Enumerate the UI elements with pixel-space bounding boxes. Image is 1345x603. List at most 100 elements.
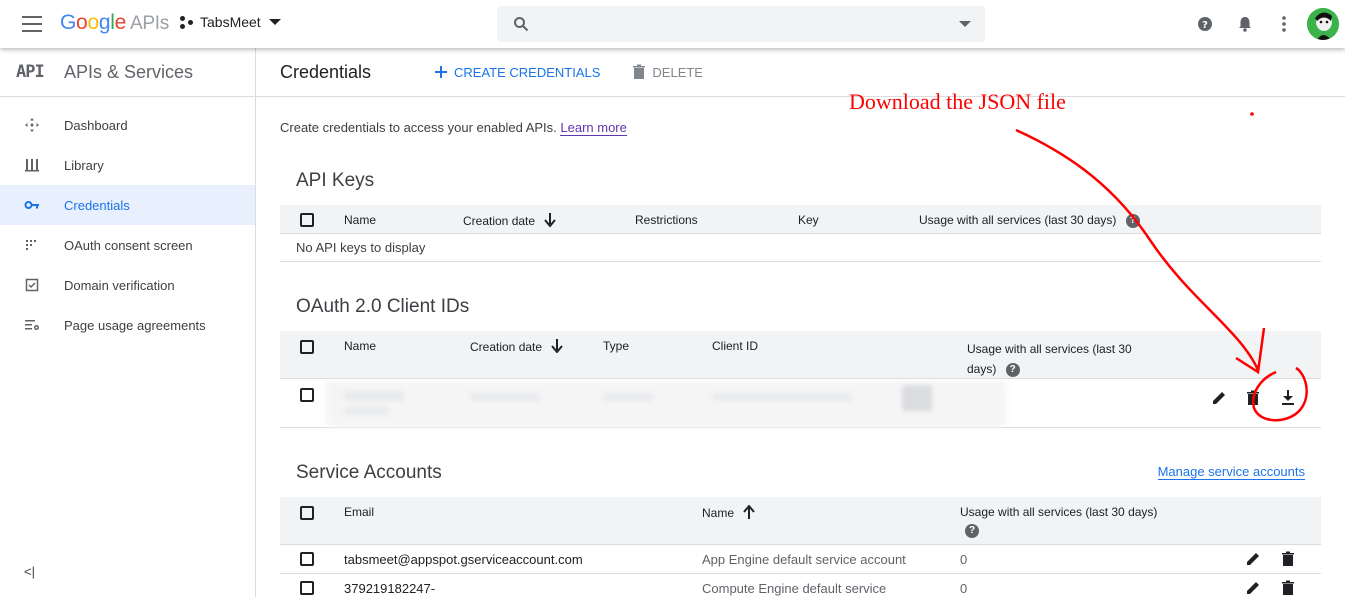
download-icon[interactable]	[1279, 389, 1297, 407]
sidebar: API APIs & Services Dashboard Library Cr…	[0, 48, 256, 597]
consent-icon	[24, 237, 40, 253]
help-icon[interactable]: ?	[1125, 213, 1140, 228]
google-apis-logo[interactable]: Google APIs	[60, 11, 169, 35]
select-all-checkbox[interactable]	[300, 506, 314, 520]
search-dropdown-icon[interactable]	[959, 21, 971, 27]
column-header-client-id: Client ID	[712, 339, 759, 353]
project-icon	[180, 15, 194, 29]
service-accounts-title: Service Accounts	[296, 462, 442, 483]
sidebar-nav: Dashboard Library Credentials OAuth cons…	[0, 97, 255, 345]
empty-row: No API keys to display	[280, 234, 1321, 262]
column-header-usage: Usage with all services (last 30 days) ?	[967, 342, 1132, 377]
collapse-sidebar-icon[interactable]: <|	[24, 564, 35, 579]
column-header-key: Key	[798, 213, 819, 227]
account-avatar[interactable]	[1307, 8, 1339, 40]
column-header-usage: Usage with all services (last 30 days) ?	[919, 213, 1140, 228]
redacted-copy	[902, 385, 932, 411]
more-vert-icon[interactable]	[1274, 14, 1294, 34]
trash-icon[interactable]	[1279, 579, 1297, 597]
service-account-name: App Engine default service account	[702, 552, 906, 567]
empty-message: No API keys to display	[296, 240, 426, 255]
sidebar-item-label: Library	[64, 157, 104, 173]
table-header: Name Creation date Type Client ID Usage …	[280, 331, 1321, 379]
service-account-email[interactable]: tabsmeet@appspot.gserviceaccount.com	[344, 552, 583, 567]
row-checkbox[interactable]	[300, 388, 314, 402]
arrow-down-icon	[544, 213, 557, 228]
redacted-name	[344, 407, 389, 415]
delete-button[interactable]: DELETE	[632, 64, 703, 80]
column-header-usage: Usage with all services (last 30 days)	[960, 505, 1158, 519]
service-account-usage: 0	[960, 552, 968, 567]
column-header-restrictions: Restrictions	[635, 213, 698, 227]
checkbox-icon	[24, 277, 40, 293]
trash-icon	[633, 64, 646, 79]
arrow-down-icon	[551, 339, 564, 354]
column-header-type: Type	[603, 339, 630, 353]
service-accounts-table: Email Name Usage with all services (last…	[280, 497, 1321, 603]
column-header-name[interactable]: Name	[344, 339, 376, 353]
sidebar-item-label: Credentials	[64, 197, 130, 213]
redacted-type	[603, 393, 653, 401]
column-header-creation-date[interactable]: Creation date	[470, 339, 564, 354]
plus-icon	[435, 66, 447, 78]
edit-pencil-icon[interactable]	[1210, 389, 1228, 407]
trash-icon[interactable]	[1244, 389, 1262, 407]
top-bar: Google APIs TabsMeet ?	[0, 0, 1345, 48]
chevron-down-icon	[268, 19, 281, 25]
table-row	[280, 379, 1321, 428]
table-header: Email Name Usage with all services (last…	[280, 497, 1321, 545]
api-keys-title: API Keys	[296, 170, 375, 191]
sidebar-header: API APIs & Services	[0, 48, 255, 97]
sidebar-item-credentials[interactable]: Credentials	[0, 185, 255, 225]
column-header-creation-date[interactable]: Creation date	[463, 213, 557, 228]
service-account-name: Compute Engine default service	[702, 581, 887, 596]
project-name: TabsMeet	[200, 14, 261, 30]
create-credentials-button[interactable]: CREATE CREDENTIALS	[434, 65, 600, 80]
sidebar-item-label: Page usage agreements	[64, 317, 206, 333]
project-selector[interactable]: TabsMeet	[180, 14, 281, 30]
api-badge-icon: API	[16, 62, 45, 82]
select-all-checkbox[interactable]	[300, 340, 314, 354]
arrow-up-icon	[743, 504, 756, 519]
table-row: 379219182247- Compute Engine default ser…	[280, 574, 1321, 603]
sidebar-item-label: Dashboard	[64, 117, 128, 133]
sidebar-item-dashboard[interactable]: Dashboard	[0, 105, 255, 145]
row-checkbox[interactable]	[300, 581, 314, 595]
dashboard-icon	[24, 117, 40, 133]
sidebar-item-page-usage[interactable]: Page usage agreements	[0, 305, 255, 345]
main-menu-icon[interactable]	[22, 16, 42, 32]
table-header: Name Creation date Restrictions Key Usag…	[280, 205, 1321, 234]
learn-more-link[interactable]: Learn more	[560, 120, 627, 136]
redacted-client-id	[712, 393, 852, 401]
api-keys-table: Name Creation date Restrictions Key Usag…	[280, 205, 1321, 262]
column-header-email[interactable]: Email	[344, 505, 374, 519]
manage-service-accounts-link[interactable]: Manage service accounts	[1157, 464, 1305, 480]
trash-icon[interactable]	[1279, 550, 1297, 568]
column-header-name[interactable]: Name	[702, 504, 756, 520]
sidebar-item-library[interactable]: Library	[0, 145, 255, 185]
service-account-usage: 0	[960, 581, 968, 596]
row-checkbox[interactable]	[300, 552, 314, 566]
select-all-checkbox[interactable]	[300, 213, 314, 227]
edit-pencil-icon[interactable]	[1244, 579, 1262, 597]
sidebar-item-label: Domain verification	[64, 277, 175, 293]
intro-text: Create credentials to access your enable…	[280, 120, 627, 136]
search-box[interactable]	[497, 6, 985, 42]
settings-list-icon	[24, 317, 40, 333]
avatar-image	[1307, 8, 1339, 40]
sidebar-item-oauth-consent[interactable]: OAuth consent screen	[0, 225, 255, 265]
service-account-email[interactable]: 379219182247-	[344, 581, 435, 596]
annotation-text: Download the JSON file	[849, 89, 1066, 114]
search-input[interactable]	[545, 6, 945, 42]
library-icon	[24, 157, 40, 173]
notifications-bell-icon[interactable]	[1235, 14, 1255, 34]
column-header-name[interactable]: Name	[344, 213, 376, 227]
key-icon	[24, 197, 40, 213]
page-title: Credentials	[280, 61, 372, 82]
help-icon[interactable]: ?	[1195, 14, 1215, 34]
help-icon[interactable]: ?	[1005, 362, 1020, 377]
edit-pencil-icon[interactable]	[1244, 550, 1262, 568]
sidebar-title: APIs & Services	[64, 61, 194, 82]
sidebar-item-domain-verification[interactable]: Domain verification	[0, 265, 255, 305]
help-icon[interactable]: ?	[965, 523, 979, 538]
